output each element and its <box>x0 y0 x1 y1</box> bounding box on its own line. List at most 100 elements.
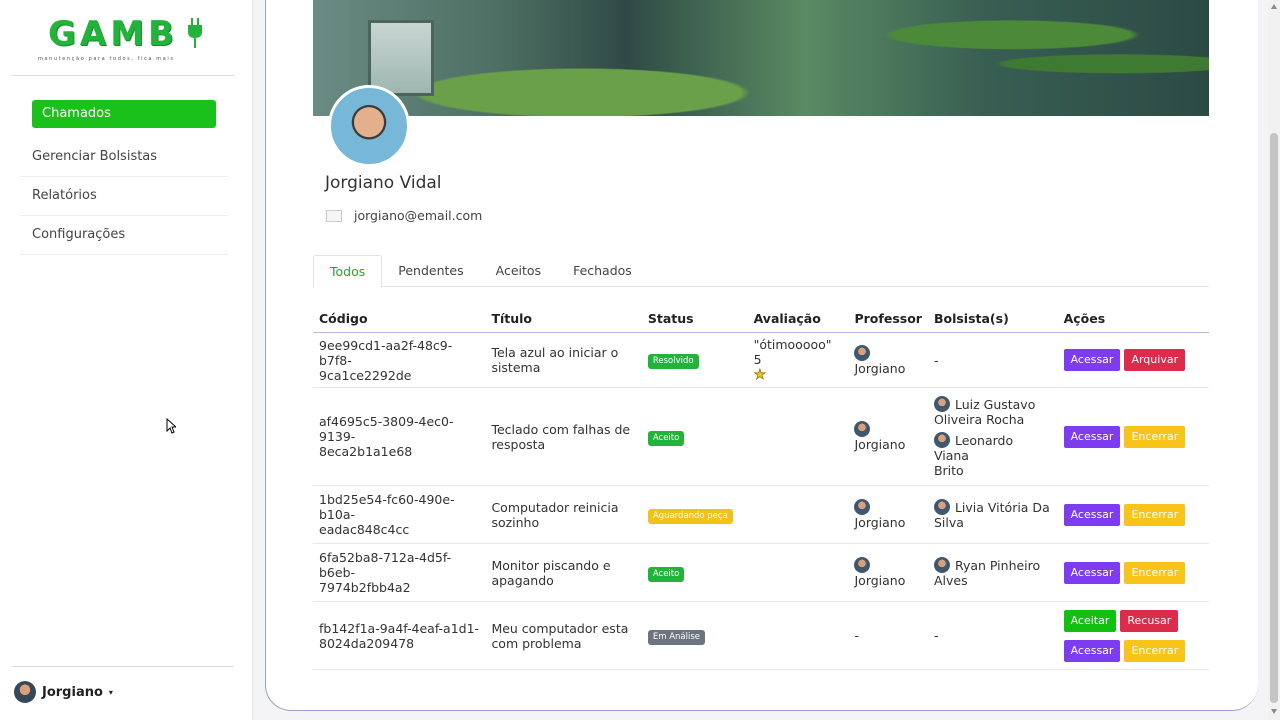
cover-image <box>313 0 1209 116</box>
cell-professor: Jorgiano <box>848 332 928 388</box>
title-line: Teclado com falhas de <box>491 421 631 437</box>
avatar <box>933 431 950 448</box>
tab-fechados[interactable]: Fechados <box>557 255 648 286</box>
professor-name: Jorgiano <box>854 360 906 376</box>
cell-acoes: Acessar Encerrar <box>1057 387 1209 486</box>
code-line: 8024da209478 <box>319 635 415 651</box>
scroll-down-icon[interactable] <box>1271 709 1277 714</box>
scrollbar-thumb[interactable] <box>1270 133 1278 703</box>
avatar <box>854 557 871 573</box>
cell-avaliacao: "ótimooooo" 5 ★ <box>747 332 849 388</box>
title-line: Tela azul ao iniciar o <box>491 345 619 360</box>
header-bolsistas[interactable]: Bolsista(s) <box>927 305 1058 333</box>
bolsista-name: Oliveira Rocha <box>933 411 1025 427</box>
sidebar-item-relatorios[interactable]: Relatórios <box>20 177 228 216</box>
title-line: sistema <box>491 360 541 375</box>
cell-acoes: Aceitar Recusar Acessar Encerrar <box>1057 601 1209 670</box>
vertical-scrollbar[interactable] <box>1268 0 1280 720</box>
avatar <box>854 344 871 361</box>
avatar <box>933 557 950 573</box>
avatar <box>933 395 950 412</box>
cell-professor: - <box>848 601 928 670</box>
bolsista-name: Livia Vitória Da <box>954 500 1050 515</box>
main-card: Jorgiano Vidal jorgiano@email.com Todos … <box>265 0 1258 711</box>
caret-down-icon: ▾ <box>108 687 113 697</box>
title-line: resposta <box>491 436 546 452</box>
cell-bolsistas: Livia Vitória Da Silva <box>927 485 1058 544</box>
title-line: Meu computador esta <box>491 620 629 636</box>
recusar-button[interactable]: Recusar <box>1120 609 1179 632</box>
header-codigo[interactable]: Código <box>313 305 486 333</box>
acessar-button[interactable]: Acessar <box>1063 639 1121 662</box>
encerrar-button[interactable]: Encerrar <box>1124 561 1186 584</box>
sidebar-item-chamados[interactable]: Chamados <box>32 100 216 128</box>
divider <box>12 75 234 76</box>
status-badge: Aceito <box>647 566 685 582</box>
cell-acoes: Acessar Encerrar <box>1057 543 1209 602</box>
acessar-button[interactable]: Acessar <box>1063 561 1121 584</box>
email-row: jorgiano@email.com <box>326 208 482 223</box>
bolsista-name: Luiz Gustavo <box>954 396 1036 412</box>
plug-icon <box>188 18 202 48</box>
bolsista-name: Silva <box>933 515 964 530</box>
bolsista-name: Brito <box>933 462 964 478</box>
gamb-logo[interactable]: GAMB manutenção para todos, fica mais <box>36 14 216 66</box>
cell-acoes: Acessar Encerrar <box>1057 485 1209 544</box>
table-header-row: Código Título Status Avaliação Professor… <box>313 305 1209 333</box>
aceitar-button[interactable]: Aceitar <box>1063 609 1117 632</box>
sidebar: GAMB manutenção para todos, fica mais Ch… <box>0 0 253 720</box>
header-avaliacao[interactable]: Avaliação <box>747 305 849 333</box>
cell-status: Resolvido <box>641 332 748 388</box>
arquivar-button[interactable]: Arquivar <box>1124 349 1186 371</box>
title-line: sozinho <box>491 514 540 530</box>
avatar <box>854 421 871 437</box>
cell-acoes: Acessar Arquivar <box>1057 332 1209 388</box>
cell-status: Aceito <box>641 543 748 602</box>
scroll-up-icon[interactable] <box>1271 4 1277 9</box>
sidebar-item-configuracoes[interactable]: Configurações <box>20 216 228 255</box>
star-icon: ★ <box>753 367 767 383</box>
table-row: af4695c5-3809-4ec0-9139- 8eca2b1a1e68 Tec… <box>313 387 1209 486</box>
mouse-cursor-icon <box>166 418 176 434</box>
code-line: 8eca2b1a1e68 <box>319 444 413 459</box>
profile-name: Jorgiano Vidal <box>325 173 442 193</box>
avatar <box>854 499 871 515</box>
code-line: 1bd25e54-fc60-490e-b10a- <box>319 492 455 522</box>
acessar-button[interactable]: Acessar <box>1063 425 1121 448</box>
cell-status: Aceito <box>641 387 748 486</box>
header-professor[interactable]: Professor <box>848 305 928 333</box>
cell-titulo: Tela azul ao iniciar o sistema <box>485 332 642 388</box>
code-line: eadac848c4cc <box>319 522 410 537</box>
cell-codigo: 9ee99cd1-aa2f-48c9-b7f8- 9ca1ce2292de <box>313 332 486 388</box>
tab-aceitos[interactable]: Aceitos <box>480 255 557 286</box>
title-line: Monitor piscando e <box>491 557 611 573</box>
code-line: 7974b2fbb4a2 <box>319 580 411 595</box>
mail-icon <box>326 209 342 222</box>
table-row: fb142f1a-9a4f-4eaf-a1d1- 8024da209478 Meu… <box>313 601 1209 670</box>
encerrar-button[interactable]: Encerrar <box>1124 425 1186 448</box>
cell-bolsistas: Ryan Pinheiro Alves <box>927 543 1058 602</box>
cell-avaliacao <box>747 387 849 486</box>
professor-name: Jorgiano <box>854 515 906 530</box>
title-line: Computador reinicia <box>491 499 619 515</box>
code-line: 9ca1ce2292de <box>319 367 412 383</box>
cell-avaliacao <box>747 485 849 544</box>
acessar-button[interactable]: Acessar <box>1063 349 1121 371</box>
bolsista-name: Alves <box>933 573 968 588</box>
cell-professor: Jorgiano <box>848 543 928 602</box>
tabs: Todos Pendentes Aceitos Fechados <box>313 255 1209 288</box>
user-name: Jorgiano <box>42 684 103 700</box>
cell-codigo: 6fa52ba8-712a-4d5f-b6eb- 7974b2fbb4a2 <box>313 543 486 602</box>
user-menu[interactable]: Jorgiano ▾ <box>14 681 113 703</box>
header-titulo[interactable]: Título <box>485 305 642 333</box>
sidebar-item-gerenciar-bolsistas[interactable]: Gerenciar Bolsistas <box>20 138 228 177</box>
encerrar-button[interactable]: Encerrar <box>1124 503 1186 526</box>
encerrar-button[interactable]: Encerrar <box>1124 639 1186 662</box>
acessar-button[interactable]: Acessar <box>1063 503 1121 526</box>
tab-pendentes[interactable]: Pendentes <box>382 255 479 286</box>
tab-todos[interactable]: Todos <box>313 255 383 288</box>
cell-titulo: Meu computador esta com problema <box>485 601 642 670</box>
header-status[interactable]: Status <box>641 305 748 333</box>
cell-codigo: 1bd25e54-fc60-490e-b10a-eadac848c4cc <box>313 485 486 544</box>
status-badge: Resolvido <box>647 354 699 369</box>
